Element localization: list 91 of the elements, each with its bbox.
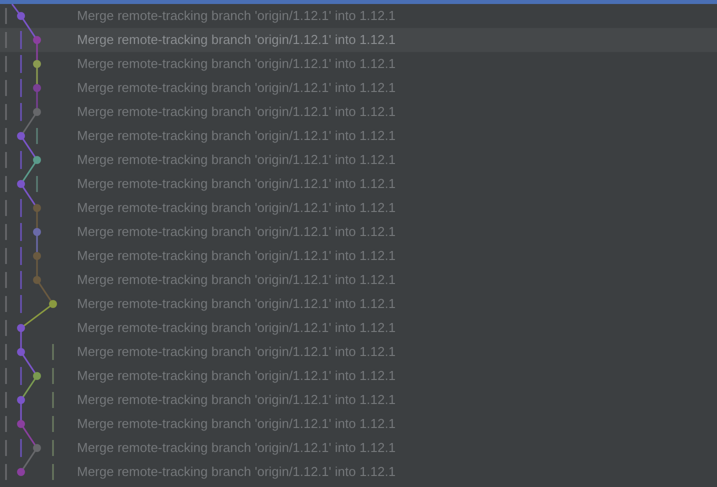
branch-line xyxy=(5,56,7,72)
branch-line xyxy=(5,224,7,240)
commit-message: Merge remote-tracking branch 'origin/1.12.1' into 1.12.1 xyxy=(77,247,396,266)
commit-message: Merge remote-tracking branch 'origin/1.12.1' into 1.12.1 xyxy=(77,439,396,458)
branch-line xyxy=(5,104,7,120)
branch-line xyxy=(5,392,7,408)
branch-line xyxy=(5,368,7,384)
branch-line xyxy=(5,80,7,96)
branch-line xyxy=(52,392,54,408)
branch-line xyxy=(5,440,7,456)
commit-row[interactable]: Merge remote-tracking branch 'origin/1.12.1' into 1.12.1 xyxy=(0,316,717,340)
branch-line xyxy=(5,8,7,24)
branch-line xyxy=(5,416,7,432)
commit-message: Merge remote-tracking branch 'origin/1.12.1' into 1.12.1 xyxy=(77,415,396,434)
branch-line xyxy=(20,247,22,265)
commit-node xyxy=(17,468,25,476)
commit-message: Merge remote-tracking branch 'origin/1.12.1' into 1.12.1 xyxy=(77,103,396,122)
branch-line xyxy=(20,55,22,73)
commit-node xyxy=(33,276,41,284)
commit-row[interactable]: Merge remote-tracking branch 'origin/1.12.1' into 1.12.1 xyxy=(0,76,717,100)
branch-line xyxy=(5,32,7,48)
commit-row[interactable]: Merge remote-tracking branch 'origin/1.12.1' into 1.12.1 xyxy=(0,460,717,484)
commit-row[interactable]: Merge remote-tracking branch 'origin/1.12.1' into 1.12.1 xyxy=(0,244,717,268)
commit-row[interactable]: Merge remote-tracking branch 'origin/1.12.1' into 1.12.1 xyxy=(0,196,717,220)
commit-message: Merge remote-tracking branch 'origin/1.12.1' into 1.12.1 xyxy=(77,7,396,26)
branch-line xyxy=(52,440,54,456)
commit-node xyxy=(33,228,41,236)
commit-node xyxy=(17,12,25,20)
commit-node xyxy=(17,348,25,356)
commit-message: Merge remote-tracking branch 'origin/1.12.1' into 1.12.1 xyxy=(77,319,396,338)
commit-message: Merge remote-tracking branch 'origin/1.12.1' into 1.12.1 xyxy=(77,151,396,170)
branch-line xyxy=(52,416,54,432)
commit-node xyxy=(17,324,25,332)
commit-row[interactable]: Merge remote-tracking branch 'origin/1.12.1' into 1.12.1 xyxy=(0,364,717,388)
commit-node xyxy=(17,180,25,188)
branch-line xyxy=(52,368,54,384)
branch-line xyxy=(5,152,7,168)
commit-node xyxy=(17,420,25,428)
commit-row[interactable]: Merge remote-tracking branch 'origin/1.12.1' into 1.12.1 xyxy=(0,388,717,412)
branch-line xyxy=(5,248,7,264)
commit-row[interactable]: Merge remote-tracking branch 'origin/1.12.1' into 1.12.1 xyxy=(0,172,717,196)
commit-message: Merge remote-tracking branch 'origin/1.12.1' into 1.12.1 xyxy=(77,127,396,146)
branch-line xyxy=(5,128,7,144)
commit-row[interactable]: Merge remote-tracking branch 'origin/1.12.1' into 1.12.1 xyxy=(0,148,717,172)
commit-message: Merge remote-tracking branch 'origin/1.12.1' into 1.12.1 xyxy=(77,463,396,482)
commit-node xyxy=(17,132,25,140)
branch-line xyxy=(5,200,7,216)
commit-message: Merge remote-tracking branch 'origin/1.12.1' into 1.12.1 xyxy=(77,343,396,362)
commit-message: Merge remote-tracking branch 'origin/1.12.1' into 1.12.1 xyxy=(77,367,396,386)
commit-message: Merge remote-tracking branch 'origin/1.12.1' into 1.12.1 xyxy=(77,175,396,194)
commit-node xyxy=(33,60,41,68)
branch-line xyxy=(5,344,7,360)
commit-node xyxy=(33,444,41,452)
branch-line xyxy=(20,271,22,289)
commit-node xyxy=(33,156,41,164)
branch-line xyxy=(5,176,7,192)
branch-line xyxy=(52,344,54,360)
commit-row[interactable]: Merge remote-tracking branch 'origin/1.12.1' into 1.12.1 xyxy=(0,220,717,244)
branch-line xyxy=(52,464,54,480)
commit-message: Merge remote-tracking branch 'origin/1.12.1' into 1.12.1 xyxy=(77,391,396,410)
commit-row[interactable]: Merge remote-tracking branch 'origin/1.12.1' into 1.12.1 xyxy=(0,268,717,292)
commit-node xyxy=(49,300,57,308)
commit-row[interactable]: Merge remote-tracking branch 'origin/1.12.1' into 1.12.1 xyxy=(0,292,717,316)
branch-line xyxy=(20,223,22,241)
commit-row[interactable]: Merge remote-tracking branch 'origin/1.12.1' into 1.12.1 xyxy=(0,340,717,364)
commit-message: Merge remote-tracking branch 'origin/1.12.1' into 1.12.1 xyxy=(77,199,396,218)
commit-node xyxy=(33,108,41,116)
commit-row[interactable]: Merge remote-tracking branch 'origin/1.12.1' into 1.12.1 xyxy=(0,412,717,436)
commit-row[interactable]: Merge remote-tracking branch 'origin/1.12.1' into 1.12.1 xyxy=(0,124,717,148)
commit-message: Merge remote-tracking branch 'origin/1.12.1' into 1.12.1 xyxy=(77,79,396,98)
commit-node xyxy=(33,252,41,260)
commit-node xyxy=(33,84,41,92)
commit-node xyxy=(33,372,41,380)
commit-row[interactable]: Merge remote-tracking branch 'origin/1.12.1' into 1.12.1 xyxy=(0,100,717,124)
commit-message: Merge remote-tracking branch 'origin/1.12.1' into 1.12.1 xyxy=(77,295,396,314)
branch-line xyxy=(5,296,7,312)
commit-message: Merge remote-tracking branch 'origin/1.12.1' into 1.12.1 xyxy=(77,55,396,74)
commit-row[interactable]: Merge remote-tracking branch 'origin/1.12.1' into 1.12.1 xyxy=(0,436,717,460)
branch-line xyxy=(5,320,7,336)
commit-message: Merge remote-tracking branch 'origin/1.12.1' into 1.12.1 xyxy=(77,271,396,290)
commit-row[interactable]: Merge remote-tracking branch 'origin/1.12.1' into 1.12.1 xyxy=(0,4,717,28)
commit-row[interactable]: Merge remote-tracking branch 'origin/1.12.1' into 1.12.1 xyxy=(0,28,717,52)
branch-line xyxy=(5,272,7,288)
commit-message: Merge remote-tracking branch 'origin/1.12.1' into 1.12.1 xyxy=(77,223,396,242)
commit-message: Merge remote-tracking branch 'origin/1.12.1' into 1.12.1 xyxy=(77,31,396,50)
branch-line xyxy=(20,79,22,97)
commit-node xyxy=(17,396,25,404)
branch-line xyxy=(5,464,7,480)
commit-row[interactable]: Merge remote-tracking branch 'origin/1.12.1' into 1.12.1 xyxy=(0,52,717,76)
commit-node xyxy=(33,204,41,212)
commit-node xyxy=(33,36,41,44)
